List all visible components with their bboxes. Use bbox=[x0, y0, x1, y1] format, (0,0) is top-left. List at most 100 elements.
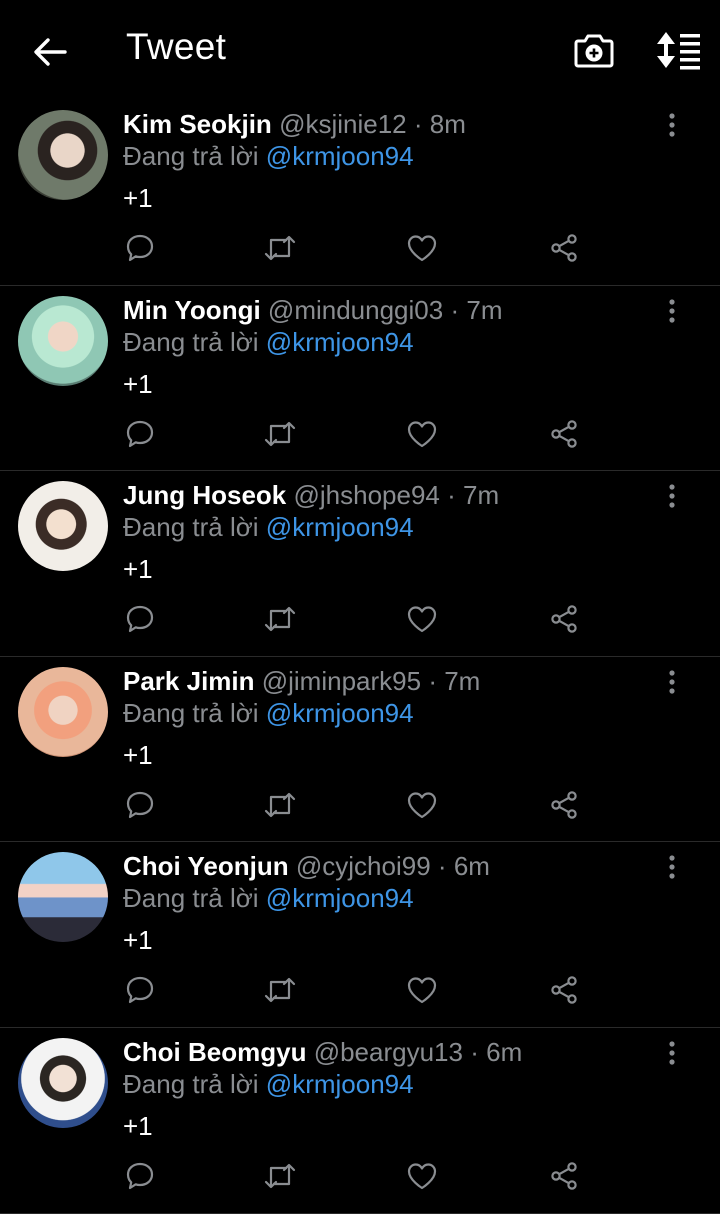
like-button[interactable] bbox=[402, 785, 442, 825]
tweet-item[interactable]: Choi Yeonjun @cyjchoi99 · 6m Đang trả lờ… bbox=[0, 842, 720, 1028]
camera-button[interactable] bbox=[572, 28, 616, 72]
reply-button[interactable] bbox=[120, 599, 160, 639]
share-icon bbox=[551, 976, 577, 1005]
like-button[interactable] bbox=[402, 1156, 442, 1196]
tweet-item[interactable]: Choi Beomgyu @beargyu13 · 6m Đang trả lờ… bbox=[0, 1028, 720, 1214]
like-button[interactable] bbox=[402, 599, 442, 639]
tweet-actions bbox=[120, 1156, 590, 1196]
reply-button[interactable] bbox=[120, 970, 160, 1010]
reply-icon bbox=[126, 606, 154, 633]
tweet-header: Choi Beomgyu @beargyu13 · 6m bbox=[123, 1036, 660, 1068]
display-name[interactable]: Choi Beomgyu bbox=[123, 1037, 306, 1067]
back-button[interactable] bbox=[28, 30, 72, 74]
tweet-item[interactable]: Min Yoongi @mindunggi03 · 7m Đang trả lờ… bbox=[0, 286, 720, 472]
separator-dot: · bbox=[437, 851, 447, 882]
separator-dot: · bbox=[428, 665, 437, 696]
share-button[interactable] bbox=[544, 599, 584, 639]
reply-button[interactable] bbox=[120, 228, 160, 268]
more-options-button[interactable] bbox=[660, 483, 684, 509]
retweet-button[interactable] bbox=[260, 228, 300, 268]
heart-icon bbox=[407, 977, 437, 1004]
more-options-button[interactable] bbox=[660, 669, 684, 695]
more-vertical-icon bbox=[669, 113, 675, 137]
more-options-button[interactable] bbox=[660, 298, 684, 324]
avatar[interactable] bbox=[18, 1037, 108, 1128]
tweet-item[interactable]: Jung Hoseok @jhshope94 · 7m Đang trả lời… bbox=[0, 471, 720, 657]
reply-context: Đang trả lời @krmjoon94 bbox=[123, 697, 660, 729]
separator-dot: · bbox=[450, 294, 460, 325]
reply-prefix: Đang trả lời bbox=[123, 883, 259, 914]
like-button[interactable] bbox=[402, 414, 442, 454]
retweet-button[interactable] bbox=[260, 414, 300, 454]
retweet-icon bbox=[264, 978, 296, 1003]
share-icon bbox=[551, 791, 577, 819]
like-button[interactable] bbox=[402, 228, 442, 268]
reply-mention-link[interactable]: @krmjoon94 bbox=[266, 883, 414, 913]
tweet-header: Choi Yeonjun @cyjchoi99 · 6m bbox=[123, 850, 660, 882]
share-button[interactable] bbox=[544, 785, 584, 825]
tweet-item[interactable]: Park Jimin @jiminpark95 · 7m Đang trả lờ… bbox=[0, 657, 720, 843]
reply-mention-link[interactable]: @krmjoon94 bbox=[266, 327, 414, 357]
share-button[interactable] bbox=[544, 414, 584, 454]
tweet-header: Min Yoongi @mindunggi03 · 7m bbox=[123, 294, 660, 326]
retweet-icon bbox=[264, 1163, 296, 1189]
retweet-button[interactable] bbox=[260, 1156, 300, 1196]
avatar[interactable] bbox=[18, 110, 108, 200]
more-options-button[interactable] bbox=[660, 1040, 684, 1066]
timestamp: 7m bbox=[466, 294, 503, 325]
more-vertical-icon bbox=[669, 1041, 675, 1065]
tweet-body: Choi Beomgyu @beargyu13 · 6m Đang trả lờ… bbox=[123, 1036, 660, 1142]
reply-mention-link[interactable]: @krmjoon94 bbox=[266, 141, 414, 171]
share-button[interactable] bbox=[544, 1156, 584, 1196]
display-name[interactable]: Park Jimin bbox=[123, 666, 262, 696]
share-icon bbox=[551, 234, 577, 262]
display-name[interactable]: Jung Hoseok bbox=[123, 480, 286, 510]
more-options-button[interactable] bbox=[660, 112, 684, 138]
retweet-button[interactable] bbox=[260, 785, 300, 825]
timestamp: 7m bbox=[444, 665, 481, 696]
user-handle: @ksjinie12 bbox=[279, 109, 407, 139]
tweet-text: +1 bbox=[123, 925, 153, 956]
timestamp: 6m bbox=[486, 1036, 523, 1067]
user-handle: @jhshope94 bbox=[293, 480, 440, 511]
display-name[interactable]: Choi Yeonjun bbox=[123, 851, 289, 881]
reply-button[interactable] bbox=[120, 785, 160, 825]
tweet-text: +1 bbox=[123, 554, 153, 585]
reply-context: Đang trả lời @krmjoon94 bbox=[123, 140, 660, 172]
retweet-button[interactable] bbox=[260, 970, 300, 1010]
retweet-icon bbox=[264, 792, 296, 817]
reply-mention-link[interactable]: @krmjoon94 bbox=[266, 1069, 414, 1099]
like-button[interactable] bbox=[402, 970, 442, 1010]
display-name[interactable]: Kim Seokjin bbox=[123, 109, 272, 139]
retweet-icon bbox=[264, 235, 296, 261]
avatar[interactable] bbox=[18, 481, 108, 572]
sort-button[interactable] bbox=[654, 28, 702, 72]
heart-icon bbox=[407, 235, 437, 262]
share-button[interactable] bbox=[544, 970, 584, 1010]
reply-button[interactable] bbox=[120, 414, 160, 454]
avatar[interactable] bbox=[18, 852, 108, 943]
reply-icon bbox=[126, 234, 154, 262]
top-app-bar: Tweet bbox=[0, 0, 720, 100]
tweet-body: Kim Seokjin @ksjinie12 · 8m Đang trả lời… bbox=[123, 108, 660, 214]
retweet-button[interactable] bbox=[260, 599, 300, 639]
reply-icon bbox=[126, 791, 154, 818]
reply-icon bbox=[126, 1162, 154, 1190]
share-icon bbox=[551, 419, 577, 448]
avatar[interactable] bbox=[18, 295, 108, 386]
separator-dot: · bbox=[470, 1036, 479, 1067]
reply-mention-link[interactable]: @krmjoon94 bbox=[266, 512, 414, 542]
heart-icon bbox=[407, 420, 437, 447]
reply-button[interactable] bbox=[120, 1156, 160, 1196]
tweet-body: Park Jimin @jiminpark95 · 7m Đang trả lờ… bbox=[123, 665, 660, 771]
more-options-button[interactable] bbox=[660, 854, 684, 880]
tweet-item[interactable]: Kim Seokjin @ksjinie12 · 8m Đang trả lời… bbox=[0, 100, 720, 286]
display-name[interactable]: Min Yoongi bbox=[123, 295, 261, 325]
more-vertical-icon bbox=[669, 298, 675, 323]
avatar[interactable] bbox=[18, 666, 108, 757]
timestamp: 7m bbox=[463, 480, 500, 511]
tweet-body: Min Yoongi @mindunggi03 · 7m Đang trả lờ… bbox=[123, 294, 660, 400]
share-button[interactable] bbox=[544, 228, 584, 268]
heart-icon bbox=[407, 606, 437, 633]
reply-mention-link[interactable]: @krmjoon94 bbox=[266, 698, 414, 728]
